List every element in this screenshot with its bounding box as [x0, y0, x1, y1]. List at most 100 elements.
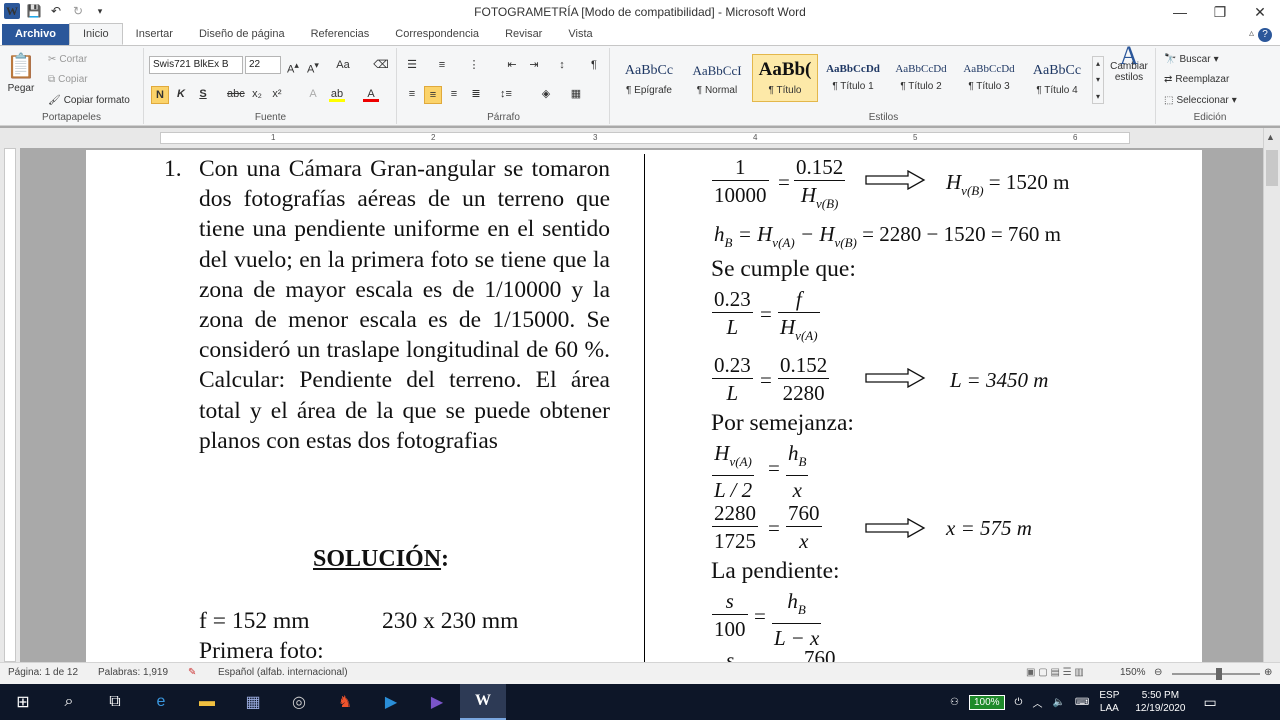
highlight-icon[interactable]: ab [329, 86, 345, 102]
replace-button[interactable]: ⇄ Reemplazar [1164, 74, 1229, 85]
multilevel-icon[interactable]: ⋮ [466, 57, 482, 73]
notifications-icon[interactable]: ▭ [1203, 694, 1216, 711]
bullets-icon[interactable]: ☰ [404, 57, 420, 73]
align-right-icon[interactable]: ≡ [446, 86, 462, 102]
network-icon[interactable]: ⌨ [1075, 697, 1089, 708]
vertical-ruler[interactable] [0, 148, 20, 662]
style-normal[interactable]: AaBbCcI ¶ Normal [684, 54, 750, 102]
style-titulo-1[interactable]: AaBbCcDd ¶ Título 1 [820, 54, 886, 102]
volume-icon[interactable]: 🔈 [1052, 697, 1064, 708]
format-painter-button[interactable]: 🖌 Copiar formato [48, 95, 130, 106]
word-count[interactable]: Palabras: 1,919 [98, 667, 168, 678]
calculator-icon[interactable]: ▦ [230, 684, 276, 720]
close-button[interactable]: ✕ [1240, 0, 1280, 24]
proofing-icon[interactable]: ✎ [188, 667, 196, 678]
numbering-icon[interactable]: ≡ [434, 57, 450, 73]
partial-numerator: 760 [804, 646, 836, 662]
font-size-select[interactable]: 22 [245, 56, 281, 74]
tab-insertar[interactable]: Insertar [123, 24, 186, 45]
app-icon[interactable]: ◎ [276, 684, 322, 720]
search-icon[interactable]: ⌕ [46, 684, 92, 720]
input-language[interactable]: ESP LAA [1099, 689, 1119, 715]
power-icon[interactable]: ⏻ [1015, 697, 1023, 708]
line-spacing-icon[interactable]: ↕≡ [498, 86, 514, 102]
vertical-scrollbar[interactable]: ▲ [1263, 128, 1280, 662]
taskbar: ⊞ ⌕ ⧉ e ▬ ▦ ◎ ♞ ▶ ▶ W ⚇ 100% ⏻ ︿ 🔈 ⌨ ESP… [0, 684, 1280, 720]
borders-icon[interactable]: ▦ [568, 86, 584, 102]
battery-indicator[interactable]: 100% [968, 694, 1005, 710]
edge-icon[interactable]: e [138, 684, 184, 720]
change-styles-label: Cambiar estilos [1110, 61, 1148, 83]
word-taskbar-icon[interactable]: W [460, 684, 506, 720]
change-styles-button[interactable]: A Cambiar estilos [1106, 43, 1152, 84]
clock[interactable]: 5:50 PM 12/19/2020 [1135, 689, 1185, 715]
align-center-icon[interactable]: ≡ [424, 86, 442, 104]
tab-inicio[interactable]: Inicio [68, 23, 123, 45]
clear-format-icon[interactable]: ⌫ [373, 57, 389, 73]
video-editor-icon[interactable]: ▶ [368, 684, 414, 720]
minimize-ribbon-icon[interactable]: ▵ [1249, 28, 1254, 39]
view-buttons-icon[interactable]: ▣ ▢ ▤ ☰ ▥ [1026, 667, 1084, 678]
editing-group-label: Edición [1193, 112, 1227, 123]
implies-arrow-icon [865, 368, 926, 388]
align-left-icon[interactable]: ≡ [404, 86, 420, 102]
increase-indent-icon[interactable]: ⇥ [526, 57, 542, 73]
horizontal-ruler[interactable]: 1 2 3 4 5 6 [0, 128, 1280, 148]
zoom-level[interactable]: 150% [1120, 667, 1146, 678]
grow-font-button[interactable]: A▴ [285, 57, 301, 76]
tab-referencias[interactable]: Referencias [298, 24, 383, 45]
styles-scroll-icon[interactable]: ▴ ▾ ▾ [1092, 56, 1104, 104]
justify-icon[interactable]: ≣ [468, 86, 484, 102]
change-case-button[interactable]: Aa [335, 57, 351, 73]
copy-button[interactable]: ⧉ Copiar [48, 74, 88, 85]
zoom-out-icon[interactable]: ⊖ [1154, 667, 1162, 678]
zoom-slider-thumb[interactable] [1216, 668, 1222, 680]
cut-button[interactable]: ✂ Cortar [48, 54, 87, 65]
superscript-button[interactable]: x² [269, 86, 285, 102]
shrink-font-button[interactable]: A▾ [305, 57, 321, 76]
style-titulo-3[interactable]: AaBbCcDd ¶ Título 3 [956, 54, 1022, 102]
find-button[interactable]: 🔭 Buscar ▾ [1164, 54, 1219, 65]
zoom-in-icon[interactable]: ⊕ [1264, 667, 1272, 678]
font-name-select[interactable]: Swis721 BlkEx B [149, 56, 243, 74]
language[interactable]: Español (alfab. internacional) [218, 667, 348, 678]
bold-button[interactable]: N [151, 86, 169, 104]
strikethrough-button[interactable]: abc [227, 86, 245, 102]
minimize-button[interactable]: — [1160, 0, 1200, 24]
help-icon[interactable]: ? [1258, 28, 1272, 42]
tab-archivo[interactable]: Archivo [2, 24, 69, 45]
maximize-button[interactable]: ❐ [1200, 0, 1240, 24]
windows-start-icon[interactable]: ⊞ [0, 684, 46, 720]
file-explorer-icon[interactable]: ▬ [184, 684, 230, 720]
style-epigrafe[interactable]: AaBbCc ¶ Epígrafe [616, 54, 682, 102]
style-titulo-4[interactable]: AaBbCc ¶ Título 4 [1024, 54, 1090, 102]
shading-icon[interactable]: ◈ [538, 86, 554, 102]
media-player-icon[interactable]: ▶ [414, 684, 460, 720]
italic-button[interactable]: K [173, 86, 189, 102]
fraction: hB L − x [772, 589, 822, 650]
sort-icon[interactable]: ↕ [554, 57, 570, 73]
tab-vista[interactable]: Vista [555, 24, 605, 45]
replace-icon: ⇄ [1164, 74, 1173, 85]
pilcrow-icon[interactable]: ¶ [586, 57, 602, 73]
tab-correspondencia[interactable]: Correspondencia [382, 24, 492, 45]
chevron-up-icon[interactable]: ︿ [1032, 695, 1042, 710]
people-icon[interactable]: ⚇ [950, 697, 959, 708]
decrease-indent-icon[interactable]: ⇤ [504, 57, 520, 73]
text-effects-icon[interactable]: A [305, 86, 321, 102]
scroll-up-icon[interactable]: ▲ [1266, 132, 1275, 142]
underline-button[interactable]: S [195, 86, 211, 102]
tab-revisar[interactable]: Revisar [492, 24, 555, 45]
scroll-thumb[interactable] [1266, 150, 1278, 186]
paste-button[interactable]: 📋 Pegar [6, 52, 36, 94]
font-color-icon[interactable]: A [363, 86, 379, 102]
task-view-icon[interactable]: ⧉ [92, 684, 138, 720]
subscript-button[interactable]: x₂ [249, 86, 265, 102]
select-button[interactable]: ⬚ Seleccionar ▾ [1164, 95, 1237, 106]
tab-diseno-pagina[interactable]: Diseño de página [186, 24, 298, 45]
page-count[interactable]: Página: 1 de 12 [8, 667, 78, 678]
style-titulo-2[interactable]: AaBbCcDd ¶ Título 2 [888, 54, 954, 102]
document-page[interactable]: 1. Con una Cámara Gran-angular se tomaro… [86, 150, 1202, 662]
style-titulo[interactable]: AaBb(¶ Título [752, 54, 818, 102]
brave-icon[interactable]: ♞ [322, 684, 368, 720]
